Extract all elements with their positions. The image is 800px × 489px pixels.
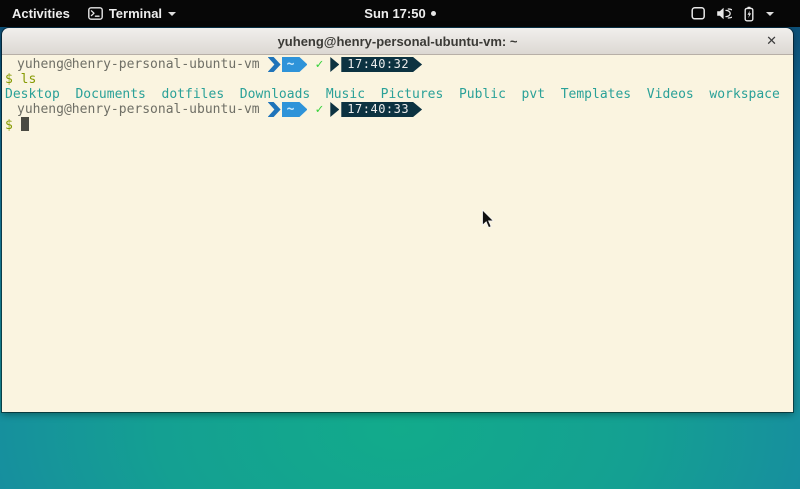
prompt-status-check-icon: ✓ bbox=[315, 102, 323, 117]
terminal-icon bbox=[88, 7, 103, 20]
prompt-directory-badge: ~ bbox=[282, 57, 308, 72]
command-line: $ ls bbox=[5, 72, 793, 87]
shell-prompt-symbol: $ bbox=[5, 118, 13, 133]
volume-icon bbox=[716, 6, 732, 21]
close-button[interactable]: ✕ bbox=[766, 28, 777, 55]
powerline-chevron-icon bbox=[268, 102, 281, 117]
battery-charging-icon bbox=[742, 6, 756, 22]
window-title: yuheng@henry-personal-ubuntu-vm: ~ bbox=[278, 34, 518, 49]
clock-menu[interactable]: Sun 17:50 bbox=[364, 6, 435, 21]
app-menu-label: Terminal bbox=[109, 6, 162, 21]
powerline-chevron-icon bbox=[330, 102, 339, 117]
prompt-line-2: yuheng@henry-personal-ubuntu-vm ~ ✓ 17:4… bbox=[5, 102, 793, 117]
powerline-chevron-icon bbox=[330, 57, 339, 72]
prompt-time-badge: 17:40:33 bbox=[341, 102, 422, 117]
screen-icon bbox=[691, 6, 706, 21]
ls-output-line: Desktop Documents dotfiles Downloads Mus… bbox=[5, 87, 793, 102]
terminal-block-cursor bbox=[21, 117, 29, 131]
prompt-time-badge: 17:40:32 bbox=[341, 57, 422, 72]
powerline-chevron-icon bbox=[268, 57, 281, 72]
chevron-down-icon bbox=[168, 12, 176, 16]
chevron-down-icon bbox=[766, 12, 774, 16]
top-bar: Activities Terminal Sun 17:50 bbox=[0, 0, 800, 27]
prompt-status-check-icon: ✓ bbox=[315, 57, 323, 72]
shell-prompt-symbol: $ bbox=[5, 72, 13, 87]
terminal-content[interactable]: yuheng@henry-personal-ubuntu-vm ~ ✓ 17:4… bbox=[2, 55, 793, 412]
window-titlebar[interactable]: yuheng@henry-personal-ubuntu-vm: ~ ✕ bbox=[2, 28, 793, 55]
system-status-menu[interactable] bbox=[691, 6, 800, 22]
prompt-line-1: yuheng@henry-personal-ubuntu-vm ~ ✓ 17:4… bbox=[5, 57, 793, 72]
typed-command: ls bbox=[21, 72, 37, 87]
prompt-username: yuheng@henry-personal-ubuntu-vm bbox=[17, 57, 260, 72]
clock-label: Sun 17:50 bbox=[364, 6, 425, 21]
prompt-directory-badge: ~ bbox=[282, 102, 308, 117]
activities-button[interactable]: Activities bbox=[12, 6, 70, 21]
current-input-line: $ bbox=[5, 117, 793, 132]
terminal-window: yuheng@henry-personal-ubuntu-vm: ~ ✕ yuh… bbox=[2, 28, 793, 412]
notification-dot bbox=[431, 11, 436, 16]
app-menu-terminal[interactable]: Terminal bbox=[88, 6, 176, 21]
prompt-username: yuheng@henry-personal-ubuntu-vm bbox=[17, 102, 260, 117]
